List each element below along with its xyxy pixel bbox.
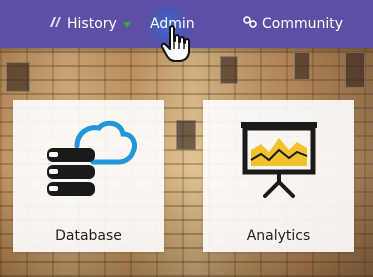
background-window xyxy=(345,52,365,88)
nav-item-community[interactable]: Community xyxy=(242,0,343,48)
history-icon xyxy=(47,15,63,33)
background-window xyxy=(294,52,310,80)
nav-history-label: History xyxy=(67,16,117,32)
nav-item-history[interactable]: History xyxy=(47,0,131,48)
community-icon xyxy=(242,15,258,33)
analytics-card-label: Analytics xyxy=(246,228,311,244)
database-card[interactable]: Database xyxy=(13,100,164,252)
background-window xyxy=(220,56,238,84)
hand-pointer-icon xyxy=(160,24,194,64)
analytics-card[interactable]: Analytics xyxy=(203,100,354,252)
presentation-chart-icon xyxy=(239,120,319,200)
database-card-label: Database xyxy=(55,228,122,244)
database-cloud-icon xyxy=(41,116,138,202)
background-window xyxy=(176,120,196,150)
chevron-down-icon xyxy=(122,16,131,32)
background-window xyxy=(6,62,30,92)
nav-community-label: Community xyxy=(262,16,344,32)
